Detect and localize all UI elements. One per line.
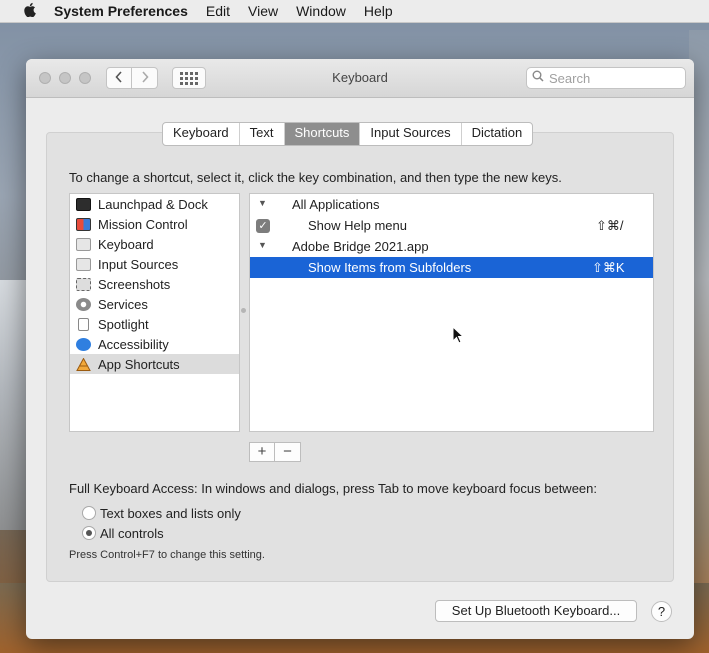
radio-button-selected[interactable] <box>82 526 96 540</box>
spotlight-icon <box>78 317 89 331</box>
help-button[interactable]: ? <box>651 601 672 622</box>
category-label: App Shortcuts <box>98 356 180 372</box>
disclosure-triangle-icon[interactable]: ▼ <box>258 240 267 250</box>
tab-shortcuts[interactable]: Shortcuts <box>284 123 361 145</box>
category-launchpad-dock[interactable]: Launchpad & Dock <box>70 194 239 214</box>
split-view-divider[interactable] <box>241 308 246 313</box>
category-app-shortcuts[interactable]: App Shortcuts <box>70 354 239 374</box>
instruction-text: To change a shortcut, select it, click t… <box>69 170 562 185</box>
accessibility-icon <box>76 337 91 351</box>
settings-note: Press Control+F7 to change this setting. <box>69 549 265 561</box>
shortcut-keys[interactable]: ⇧⌘/ <box>596 218 624 234</box>
shortcut-label: Show Help menu <box>308 218 407 233</box>
services-gear-icon <box>76 297 91 311</box>
search-icon <box>532 70 544 85</box>
tab-dictation[interactable]: Dictation <box>462 123 533 145</box>
menu-window[interactable]: Window <box>287 0 355 22</box>
mission-control-icon <box>76 217 91 231</box>
screenshots-icon <box>76 277 91 291</box>
category-label: Services <box>98 296 148 312</box>
category-accessibility[interactable]: Accessibility <box>70 334 239 354</box>
radio-text-boxes[interactable]: Text boxes and lists only <box>82 504 241 522</box>
input-sources-icon <box>76 257 91 271</box>
category-label: Input Sources <box>98 256 179 272</box>
group-adobe-bridge[interactable]: ▼ Adobe Bridge 2021.app <box>250 236 653 257</box>
group-all-applications[interactable]: ▼ All Applications <box>250 194 653 215</box>
tab-bar: Keyboard Text Shortcuts Input Sources Di… <box>162 122 534 146</box>
add-remove-buttons: + − <box>249 442 301 462</box>
keyboard-icon <box>76 237 91 251</box>
category-spotlight[interactable]: Spotlight <box>70 314 239 334</box>
radio-label: Text boxes and lists only <box>100 505 241 521</box>
radio-label: All controls <box>100 525 164 541</box>
disclosure-triangle-icon[interactable]: ▼ <box>258 198 267 208</box>
apple-logo-icon[interactable] <box>18 2 40 21</box>
menu-view[interactable]: View <box>239 0 287 22</box>
category-label: Mission Control <box>98 216 188 232</box>
keyboard-preferences-window: Keyboard Keyboard Text Shortcuts Input S… <box>26 59 694 639</box>
search-input[interactable] <box>549 70 679 86</box>
tab-keyboard[interactable]: Keyboard <box>163 123 240 145</box>
shortcut-row-selected[interactable]: Show Items from Subfolders ⇧⌘K <box>250 257 653 278</box>
group-label: All Applications <box>292 197 380 212</box>
category-label: Accessibility <box>98 336 169 352</box>
search-field[interactable] <box>526 67 686 89</box>
add-shortcut-button[interactable]: + <box>249 442 275 462</box>
category-label: Keyboard <box>98 236 154 252</box>
shortcut-label: Show Items from Subfolders <box>308 260 472 275</box>
radio-all-controls[interactable]: All controls <box>82 524 164 542</box>
enable-checkbox[interactable]: ✓ <box>256 219 270 233</box>
menu-help[interactable]: Help <box>355 0 402 22</box>
remove-shortcut-button[interactable]: − <box>275 442 301 462</box>
title-bar: Keyboard <box>26 59 694 98</box>
setup-bluetooth-keyboard-button[interactable]: Set Up Bluetooth Keyboard... <box>435 600 637 622</box>
launchpad-icon <box>76 197 91 211</box>
menu-bar: System Preferences Edit View Window Help <box>0 0 709 23</box>
category-screenshots[interactable]: Screenshots <box>70 274 239 294</box>
category-keyboard[interactable]: Keyboard <box>70 234 239 254</box>
tab-input-sources[interactable]: Input Sources <box>360 123 462 145</box>
shortcut-keys[interactable]: ⇧⌘K <box>592 260 625 276</box>
shortcut-category-list: Launchpad & Dock Mission Control Keyboar… <box>69 193 240 432</box>
category-label: Spotlight <box>98 316 149 332</box>
radio-button[interactable] <box>82 506 96 520</box>
category-services[interactable]: Services <box>70 294 239 314</box>
shortcut-row[interactable]: ✓ Show Help menu ⇧⌘/ <box>250 215 653 236</box>
full-keyboard-access-label: Full Keyboard Access: In windows and dia… <box>69 481 597 496</box>
category-input-sources[interactable]: Input Sources <box>70 254 239 274</box>
app-shortcuts-icon <box>76 356 91 371</box>
shortcut-list: ▼ All Applications ✓ Show Help menu ⇧⌘/ … <box>249 193 654 432</box>
category-label: Screenshots <box>98 276 171 292</box>
category-mission-control[interactable]: Mission Control <box>70 214 239 234</box>
category-label: Launchpad & Dock <box>98 196 208 212</box>
menu-edit[interactable]: Edit <box>197 0 239 22</box>
tab-text[interactable]: Text <box>240 123 285 145</box>
group-label: Adobe Bridge 2021.app <box>292 239 429 254</box>
menu-app-name[interactable]: System Preferences <box>40 0 197 22</box>
